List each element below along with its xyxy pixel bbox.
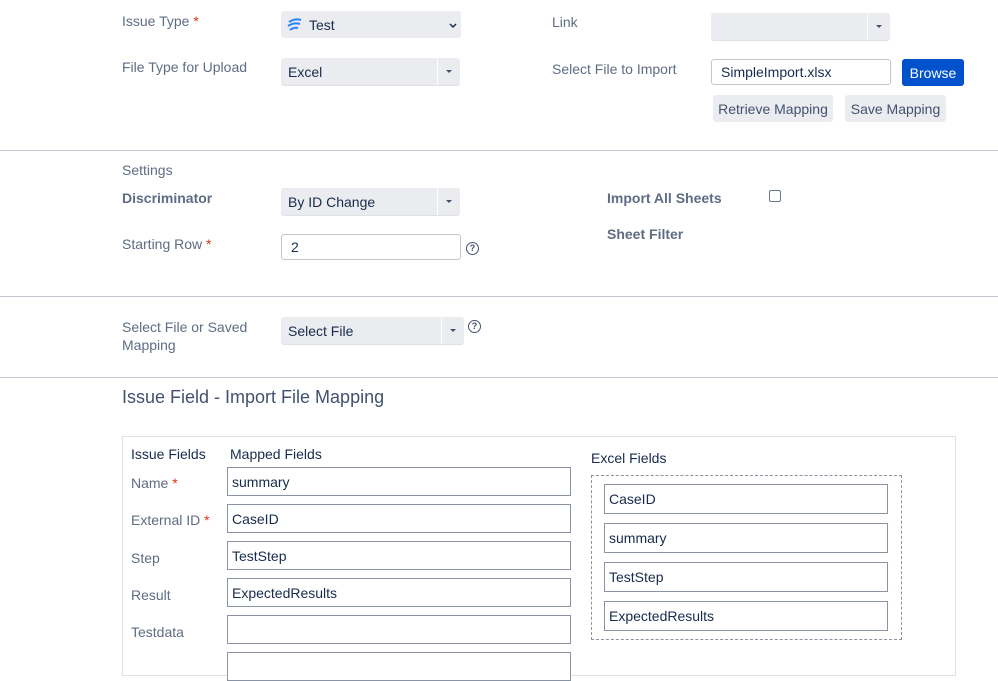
select-file-label: Select File to Import <box>552 61 677 77</box>
chevron-down-icon <box>450 329 456 332</box>
file-or-mapping-value: Select File <box>288 322 354 339</box>
chevron-down-icon <box>446 200 452 203</box>
discriminator-label: Discriminator <box>122 190 213 206</box>
chevron-down-icon <box>446 70 452 73</box>
discriminator-select[interactable]: By ID Change <box>281 188 460 215</box>
browse-button[interactable]: Browse <box>902 59 964 86</box>
sheet-filter-label: Sheet Filter <box>607 226 684 242</box>
issue-field-step: Step <box>131 550 160 566</box>
excel-field-item[interactable]: CaseID <box>604 484 888 514</box>
retrieve-mapping-button[interactable]: Retrieve Mapping <box>713 95 833 122</box>
issue-type-select[interactable]: Test <box>281 11 461 38</box>
issue-field-name: Name * <box>131 475 178 491</box>
import-all-sheets-checkbox[interactable] <box>769 190 781 202</box>
file-type-label: File Type for Upload <box>122 59 248 75</box>
link-select[interactable] <box>711 13 890 40</box>
save-mapping-button[interactable]: Save Mapping <box>845 95 946 122</box>
mapped-fields-header: Mapped Fields <box>230 446 322 462</box>
excel-field-item[interactable]: ExpectedResults <box>604 601 888 631</box>
file-type-value: Excel <box>288 63 323 80</box>
required-mark: * <box>193 13 199 29</box>
starting-row-input[interactable]: 2 <box>281 234 461 260</box>
mapping-title: Issue Field - Import File Mapping <box>122 387 385 407</box>
required-mark: * <box>204 512 210 528</box>
select-file-or-mapping-label-line2: Mapping <box>122 337 176 353</box>
mapped-field-input[interactable]: summary <box>227 467 571 496</box>
section-divider <box>0 150 998 151</box>
excel-field-item[interactable]: TestStep <box>604 562 888 592</box>
mapped-field-input[interactable] <box>227 615 571 644</box>
file-name-field[interactable]: SimpleImport.xlsx <box>711 59 891 85</box>
import-all-sheets-label: Import All Sheets <box>607 190 722 206</box>
issue-type-label: Issue Type * <box>122 13 199 29</box>
link-dropdown-toggle[interactable] <box>867 13 890 40</box>
issue-field-testdata: Testdata <box>131 624 184 640</box>
starting-row-label: Starting Row * <box>122 236 212 252</box>
starting-row-label-text: Starting Row <box>122 236 203 252</box>
mapped-field-input[interactable]: TestStep <box>227 541 571 570</box>
section-divider <box>0 377 998 378</box>
issue-field-label: Name <box>131 475 169 491</box>
help-icon[interactable]: ? <box>468 320 481 333</box>
file-or-mapping-dropdown-toggle[interactable] <box>441 317 464 344</box>
issue-field-external-id: External ID * <box>131 512 210 528</box>
issue-type-value: Test <box>309 16 335 33</box>
mapped-field-input[interactable]: CaseID <box>227 504 571 533</box>
chevron-down-icon <box>449 23 457 29</box>
select-file-or-mapping-label: Select File or Saved Mapping <box>122 318 247 354</box>
section-divider <box>0 296 998 297</box>
excel-field-item[interactable]: summary <box>604 523 888 553</box>
settings-heading: Settings <box>122 162 173 178</box>
file-or-mapping-select[interactable]: Select File <box>281 317 464 344</box>
issue-type-label-text: Issue Type <box>122 13 190 29</box>
discriminator-dropdown-toggle[interactable] <box>437 188 460 215</box>
file-type-select[interactable]: Excel <box>281 58 460 85</box>
required-mark: * <box>206 236 212 252</box>
test-issue-icon <box>287 17 302 31</box>
chevron-down-icon <box>876 25 882 28</box>
excel-fields-header: Excel Fields <box>591 450 667 466</box>
discriminator-value: By ID Change <box>288 193 376 210</box>
link-label: Link <box>552 14 578 30</box>
issue-field-result: Result <box>131 587 171 603</box>
mapped-field-input[interactable]: ExpectedResults <box>227 578 571 607</box>
issue-fields-header: Issue Fields <box>131 446 206 462</box>
mapped-field-input[interactable] <box>227 652 571 681</box>
issue-field-label: External ID <box>131 512 201 528</box>
file-type-dropdown-toggle[interactable] <box>437 58 460 85</box>
help-icon[interactable]: ? <box>466 242 479 255</box>
required-mark: * <box>172 475 178 491</box>
select-file-or-mapping-label-line1: Select File or Saved <box>122 319 248 335</box>
